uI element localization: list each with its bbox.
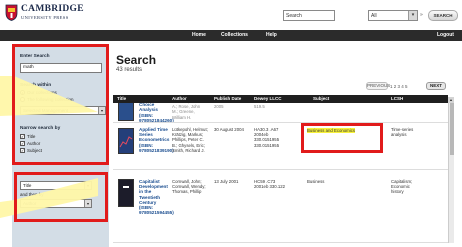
nav-collections[interactable]: Collections — [221, 32, 248, 38]
row-author: Lütkepohl, Helmut; Krätzig, Markus; Phil… — [172, 127, 208, 153]
search-scope-select[interactable]: All ▾ — [368, 10, 418, 21]
header: CAMBRIDGE UNIVERSITY PRESS Search All ▾ … — [0, 0, 462, 28]
row-dewey: HA30.3 .A67 2004eb 330.0151955 330.01519… — [254, 127, 280, 148]
brand-name: CAMBRIDGE — [21, 4, 84, 14]
crest-icon — [5, 4, 18, 21]
row-date: 30 August 2004 — [214, 127, 244, 132]
results-scrollbar[interactable] — [448, 103, 454, 243]
results-table-header: Title Author Publish Date Dewey LLCC Sub… — [113, 95, 448, 103]
table-row[interactable]: Applied Choice Analysis (ISBN: 978052184… — [113, 103, 448, 123]
nav-home[interactable]: Home — [192, 32, 206, 38]
previous-page-button[interactable]: PREVIOUS — [366, 82, 390, 90]
next-page-button[interactable]: NEXT — [426, 82, 446, 90]
row-date: 13 July 2001 — [214, 179, 239, 184]
row-date: 2005 — [214, 104, 224, 109]
search-scope-value: All — [371, 13, 377, 19]
row-title[interactable]: Applied Time Series Econometrics (ISBN: … — [139, 127, 174, 153]
header-search-input[interactable]: Search — [283, 10, 335, 21]
book-cover — [118, 103, 134, 121]
nav-logout[interactable]: Logout — [437, 32, 454, 38]
main-nav: Home Collections Help Logout — [0, 30, 462, 41]
row-lcsh[interactable]: Time-series analysis — [391, 127, 423, 137]
column-lcsh[interactable]: LCSH — [391, 96, 403, 101]
row-title[interactable]: Capitalist Development in the Twentieth … — [139, 179, 174, 215]
row-author: Cornwall, John; Cornwall, Wendy; Thomas,… — [172, 179, 206, 195]
scroll-thumb[interactable] — [450, 103, 454, 155]
page-title: Search — [116, 53, 157, 67]
page-numbers[interactable]: 1 2 3 4 5 — [390, 84, 408, 89]
row-subject[interactable]: Business — [307, 179, 324, 184]
cambridge-logo[interactable]: CAMBRIDGE UNIVERSITY PRESS — [5, 4, 105, 24]
annotation-box-filters — [12, 44, 109, 165]
column-author[interactable]: Author — [172, 96, 187, 101]
row-subject[interactable]: Business and Economics — [307, 128, 356, 134]
chevron-down-icon: ▾ — [408, 11, 417, 20]
book-cover — [118, 179, 134, 207]
book-cover — [118, 128, 134, 154]
search-button[interactable]: SEARCH — [428, 10, 458, 21]
row-author: Hensher, David A.; Rose, John M.; Greene… — [172, 103, 201, 120]
nav-help[interactable]: Help — [266, 32, 277, 38]
table-row[interactable]: Applied Time Series Econometrics (ISBN: … — [113, 124, 448, 170]
results-count: 43 results — [116, 67, 143, 73]
row-dewey: HC59 .C73 2001eb 330.122 — [254, 179, 286, 190]
table-row[interactable]: Capitalist Development in the Twentieth … — [113, 175, 448, 243]
go-arrow-icon[interactable]: » — [420, 12, 423, 18]
cover-graph-icon — [119, 136, 133, 148]
annotation-box-sort — [14, 172, 108, 222]
column-title[interactable]: Title — [117, 96, 126, 101]
row-dewey: 519.5 — [254, 104, 265, 109]
brand-subtitle: UNIVERSITY PRESS — [21, 15, 69, 20]
row-lcsh[interactable]: Capitalism; Economic history — [391, 179, 423, 195]
row-title[interactable]: Applied Choice Analysis (ISBN: 978052184… — [139, 103, 174, 122]
column-subject[interactable]: Subject — [313, 96, 329, 101]
column-dewey[interactable]: Dewey LLCC — [254, 96, 282, 101]
column-publish-date[interactable]: Publish Date — [214, 96, 241, 101]
